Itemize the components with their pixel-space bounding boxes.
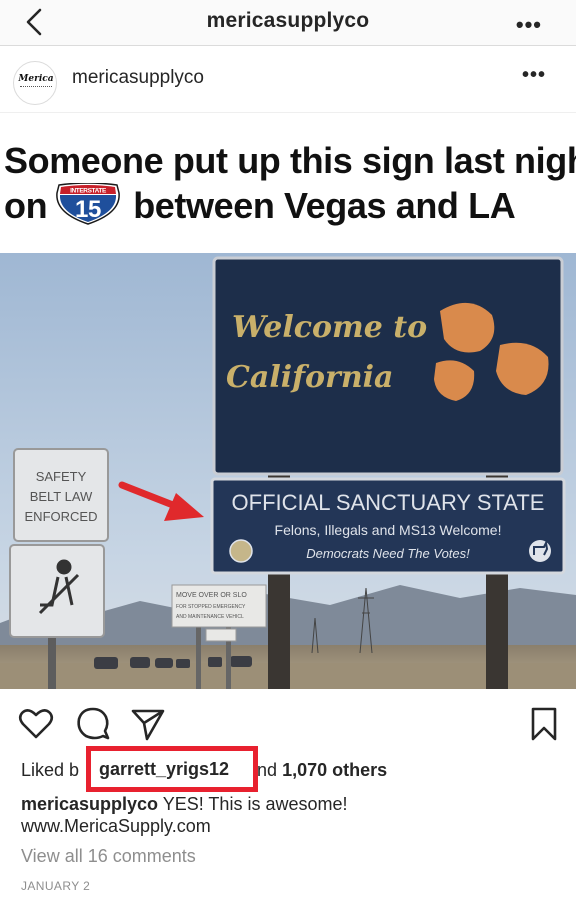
top-nav-bar: mericasupplyco ••• [0,0,576,46]
meme-caption-line1: Someone put up this sign last night [4,140,576,181]
paper-plane-icon[interactable] [130,706,166,742]
nav-more-options-icon[interactable]: ••• [516,12,542,38]
sign-post-right [486,571,508,689]
meme-caption: Someone put up this sign last night on I… [0,114,576,254]
nav-title: mericasupplyco [206,9,370,32]
bookmark-icon[interactable] [526,706,562,742]
welcome-sign-line2: California [226,360,393,395]
post-photo[interactable]: Welcome to California OFFICIAL SANCTUARY… [0,253,576,689]
liked-by-username[interactable]: garrett_yrigs12 [99,759,229,780]
sanctuary-sign-tagline: Democrats Need The Votes! [306,546,470,561]
move-over-line1: MOVE OVER OR SLO [176,592,247,599]
caption-username[interactable]: mericasupplyco [21,794,158,814]
avatar[interactable]: Merica [13,61,57,105]
caption-link[interactable]: www.MericaSupply.com [21,816,211,836]
meme-caption-line2: on INTERSTATE 15 between Vegas and LA [4,183,516,229]
post-date: JANUARY 2 [21,879,91,893]
avatar-logo-decoration [20,86,52,89]
post-more-options-icon[interactable]: ••• [522,64,546,87]
meme-caption-line2-pre: on [4,185,48,226]
shield-number: 15 [75,196,101,223]
post-caption: mericasupplyco YES! This is awesome! www… [21,793,561,837]
move-over-line3: AND MAINTENANCE VEHICL [176,614,244,620]
safety-sign-line2: BELT LAW [30,489,93,504]
sanctuary-sign: OFFICIAL SANCTUARY STATE Felons, Illegal… [210,477,566,575]
safety-sign-line3: ENFORCED [25,509,98,524]
likes-suffix: nd [257,760,283,780]
action-bar [0,703,576,747]
heart-icon[interactable] [18,706,54,742]
meme-caption-line2-post: between Vegas and LA [133,185,516,226]
interstate-shield-icon: INTERSTATE 15 [56,183,120,226]
welcome-sign-line1: Welcome to [232,310,427,345]
safety-sign-line1: SAFETY [36,469,87,484]
state-seal-icon [229,539,253,563]
comment-icon[interactable] [75,706,111,742]
post-username[interactable]: mericasupplyco [72,67,204,89]
shield-top-label: INTERSTATE [70,188,107,195]
view-all-comments-link[interactable]: View all 16 comments [21,846,196,867]
sanctuary-sign-subtitle: Felons, Illegals and MS13 Welcome! [275,522,502,538]
sign-post-left [268,571,290,689]
highlight-box: garrett_yrigs12 [86,746,258,792]
photo-scene: Welcome to California OFFICIAL SANCTUARY… [0,253,576,689]
post-header: Merica mericasupplyco ••• [0,47,576,113]
welcome-sign: Welcome to California [212,256,564,476]
likes-prefix: Liked b [21,760,80,780]
donkey-logo-icon [529,540,551,562]
likes-count[interactable]: 1,070 others [282,760,387,780]
caption-text: YES! This is awesome! [158,794,348,814]
avatar-logo-text: Merica [18,74,54,84]
move-over-line2: FOR STOPPED EMERGENCY [176,604,246,610]
sanctuary-sign-title: OFFICIAL SANCTUARY STATE [232,490,545,515]
